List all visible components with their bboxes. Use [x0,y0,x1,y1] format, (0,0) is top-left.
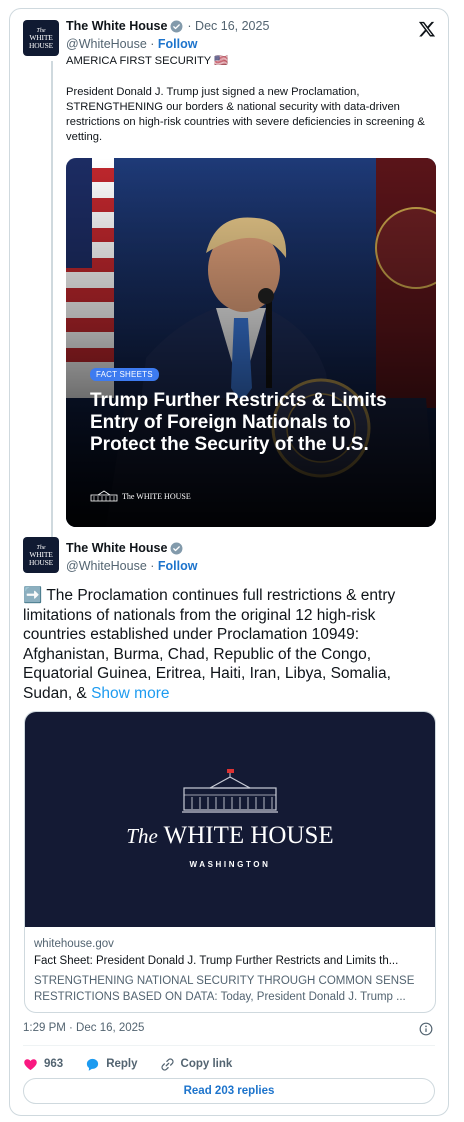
action-bar: 963 Reply Copy link [23,1054,254,1074]
avatar-house: HOUSE [28,557,53,567]
like-count: 963 [44,1058,64,1070]
separator: · [146,37,158,51]
fact-sheets-badge: FACT SHEETS [90,368,159,381]
avatar-house: HOUSE [28,40,53,50]
info-icon[interactable] [419,1022,433,1036]
verified-badge-icon [170,20,183,32]
like-button[interactable]: 963 [23,1057,63,1072]
avatar[interactable]: The WHITE HOUSE [23,20,59,56]
white-house-wordmark: The WHITE HOUSE [25,822,435,850]
white-house-building-icon [182,769,278,813]
white-house-watermark: The WHITE HOUSE [90,490,191,502]
author-handle-2[interactable]: @WhiteHouse [66,559,147,573]
author-name-2[interactable]: The White House [66,541,167,555]
wordmark-subtitle: WASHINGTON [189,860,271,869]
link-icon [160,1057,174,1071]
wordmark-title: WHITE HOUSE [163,822,334,849]
link-preview-card[interactable]: The WHITE HOUSE WASHINGTON whitehouse.go… [24,711,436,1013]
author-handle[interactable]: @WhiteHouse [66,37,147,51]
reply-label: Reply [106,1058,138,1070]
tweet1-handle-row: @WhiteHouse · Follow [66,37,197,51]
author-name[interactable]: The White House [66,19,167,33]
read-replies-button[interactable]: Read 203 replies [23,1078,435,1104]
tweet-embed-card: The WHITE HOUSE The White House · Dec 16… [9,8,449,1116]
wordmark-the: The [126,824,158,848]
link-domain: whitehouse.gov [34,938,114,950]
tweet-timestamp[interactable]: 1:29 PM · Dec 16, 2025 [23,1022,144,1034]
copy-link-button[interactable]: Copy link [160,1057,233,1072]
show-more-link[interactable]: Show more [91,685,169,702]
copy-link-label: Copy link [180,1058,233,1070]
reply-bubble-icon [87,1058,99,1071]
watermark-text: The WHITE HOUSE [122,491,191,501]
tweet2-handle-row: @WhiteHouse · Follow [66,559,197,573]
tweet2-text: ➡️ The Proclamation continues full restr… [23,587,396,702]
tweet2-body: ➡️ The Proclamation continues full restr… [23,586,433,703]
white-house-building-icon [90,490,118,502]
tweet1-name-row: The White House · Dec 16, 2025 [66,19,269,33]
reply-button[interactable]: Reply [85,1057,138,1072]
x-logo-icon[interactable] [418,20,436,38]
link-preview-image: The WHITE HOUSE WASHINGTON [25,712,435,927]
tweet1-paragraph: President Donald J. Trump just signed a … [66,86,425,143]
follow-button-2[interactable]: Follow [158,559,198,573]
avatar-2[interactable]: The WHITE HOUSE [23,537,59,573]
verified-badge-icon [170,542,183,554]
separator: · [146,559,158,573]
divider [23,1045,435,1046]
heart-icon [24,1058,37,1070]
link-description: STRENGTHENING NATIONAL SECURITY THROUGH … [34,975,415,1003]
tweet2-name-row: The White House [66,541,183,555]
follow-button[interactable]: Follow [158,37,198,51]
tweet1-first-line: AMERICA FIRST SECURITY 🇺🇸 [66,55,229,67]
media-headline: Trump Further Restricts & Limits Entry o… [90,390,387,455]
link-title: Fact Sheet: President Donald J. Trump Fu… [34,955,399,967]
tweet1-media-image[interactable]: FACT SHEETS Trump Further Restricts & Li… [66,158,436,527]
thread-line [51,61,53,545]
press-photo-illustration [66,158,436,527]
tweet-date[interactable]: · Dec 16, 2025 [187,19,269,33]
